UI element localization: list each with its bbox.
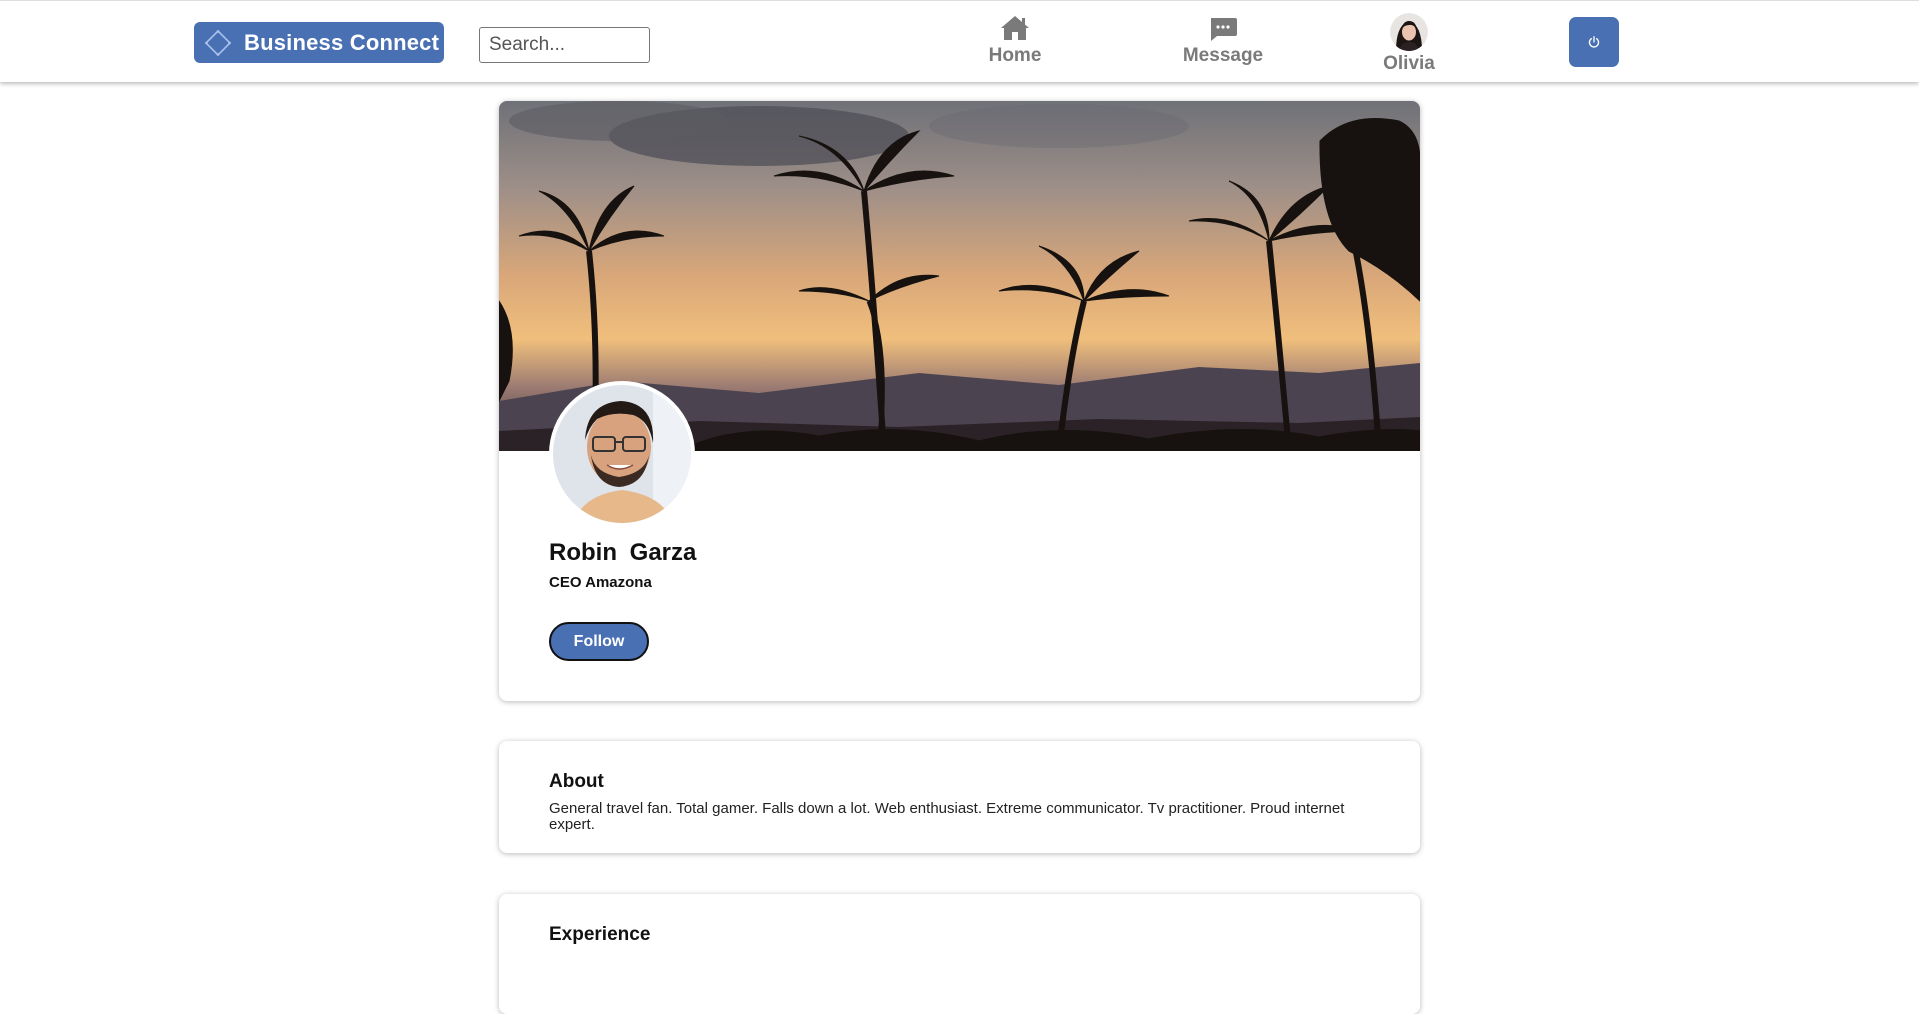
profile-photo — [549, 381, 695, 527]
nav-message[interactable]: Message — [1163, 13, 1283, 73]
brand-name: Business Connect — [244, 29, 440, 55]
profile-card: Robin Garza CEO Amazona Follow — [499, 101, 1420, 701]
chat-bubble-icon — [1211, 18, 1237, 41]
brand-logo-button[interactable]: Business Connect — [194, 22, 444, 63]
nav-home-label: Home — [988, 45, 1042, 66]
profile-avatar — [553, 385, 691, 523]
about-section: About General travel fan. Total gamer. F… — [499, 741, 1420, 853]
search-input[interactable] — [479, 27, 650, 63]
top-navigation-bar: Business Connect Home Message Olivia — [0, 0, 1919, 82]
avatar — [1390, 13, 1428, 51]
experience-section: Experience — [499, 894, 1420, 1014]
about-heading: About — [549, 771, 604, 792]
follow-button[interactable]: Follow — [549, 622, 649, 661]
nav-user-label: Olivia — [1383, 53, 1435, 74]
experience-heading: Experience — [549, 924, 651, 945]
home-icon — [1001, 16, 1029, 40]
diamond-logo-icon — [204, 29, 232, 56]
nav-message-label: Message — [1182, 45, 1264, 66]
profile-name: Robin Garza — [549, 539, 697, 566]
about-text: General travel fan. Total gamer. Falls d… — [549, 800, 1345, 833]
power-icon — [1588, 36, 1600, 48]
nav-home[interactable]: Home — [955, 13, 1075, 73]
nav-user-profile[interactable]: Olivia — [1349, 13, 1469, 74]
profile-title: CEO Amazona — [549, 574, 652, 591]
logout-button[interactable] — [1569, 17, 1619, 67]
